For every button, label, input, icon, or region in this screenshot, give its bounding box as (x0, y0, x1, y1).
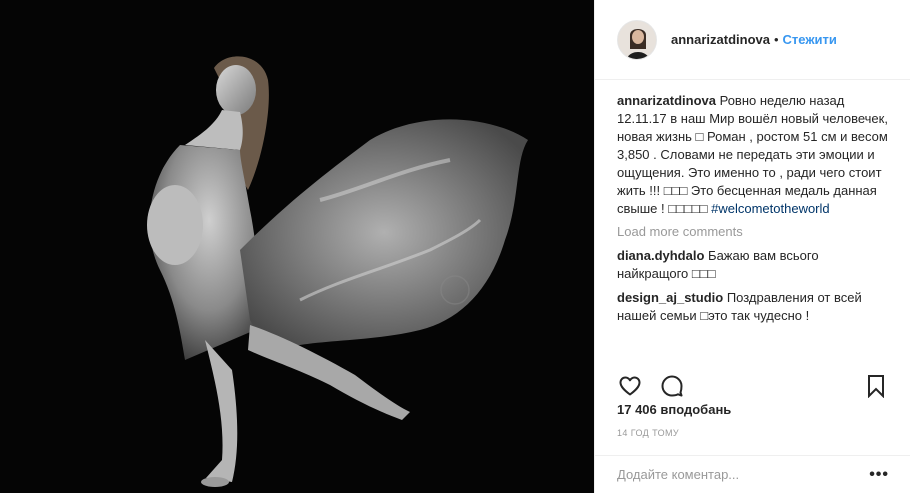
load-more-comments-button[interactable]: Load more comments (617, 223, 888, 241)
post-header: annarizatdinova • Стежити (595, 0, 910, 80)
comment-username[interactable]: design_aj_studio (617, 290, 723, 305)
more-options-icon[interactable]: ••• (869, 466, 889, 484)
action-bar (595, 366, 910, 406)
post-side-panel: annarizatdinova • Стежити annarizatdinov… (594, 0, 910, 493)
comment-username[interactable]: diana.dyhdalo (617, 248, 704, 263)
comments-list: annarizatdinova Ровно неделю назад 12.11… (595, 80, 910, 365)
hashtag-link[interactable]: #welcometotheworld (711, 201, 830, 216)
post-time[interactable]: 14 год тому (617, 428, 679, 438)
comment-input[interactable] (617, 467, 870, 482)
separator-dot: • (773, 32, 779, 47)
comment: design_aj_studio Поздравления от всей на… (617, 289, 888, 325)
caption-text: Ровно неделю назад 12.11.17 в наш Мир во… (617, 93, 888, 216)
comment: diana.dyhdalo Бажаю вам всього найкращог… (617, 247, 888, 283)
caption: annarizatdinova Ровно неделю назад 12.11… (617, 92, 888, 218)
author-username[interactable]: annarizatdinova (671, 32, 770, 47)
bookmark-icon[interactable] (863, 373, 889, 399)
caption-username[interactable]: annarizatdinova (617, 93, 716, 108)
likes-count[interactable]: 17 406 вподобань (617, 402, 731, 417)
post-photo[interactable] (0, 0, 594, 493)
pregnant-woman-photo (0, 0, 594, 493)
instagram-post: annarizatdinova • Стежити annarizatdinov… (0, 0, 910, 493)
heart-icon[interactable] (617, 373, 643, 399)
avatar[interactable] (617, 19, 657, 60)
add-comment-bar: ••• (595, 455, 910, 493)
comment-icon[interactable] (659, 373, 685, 399)
follow-button[interactable]: Стежити (783, 32, 837, 47)
